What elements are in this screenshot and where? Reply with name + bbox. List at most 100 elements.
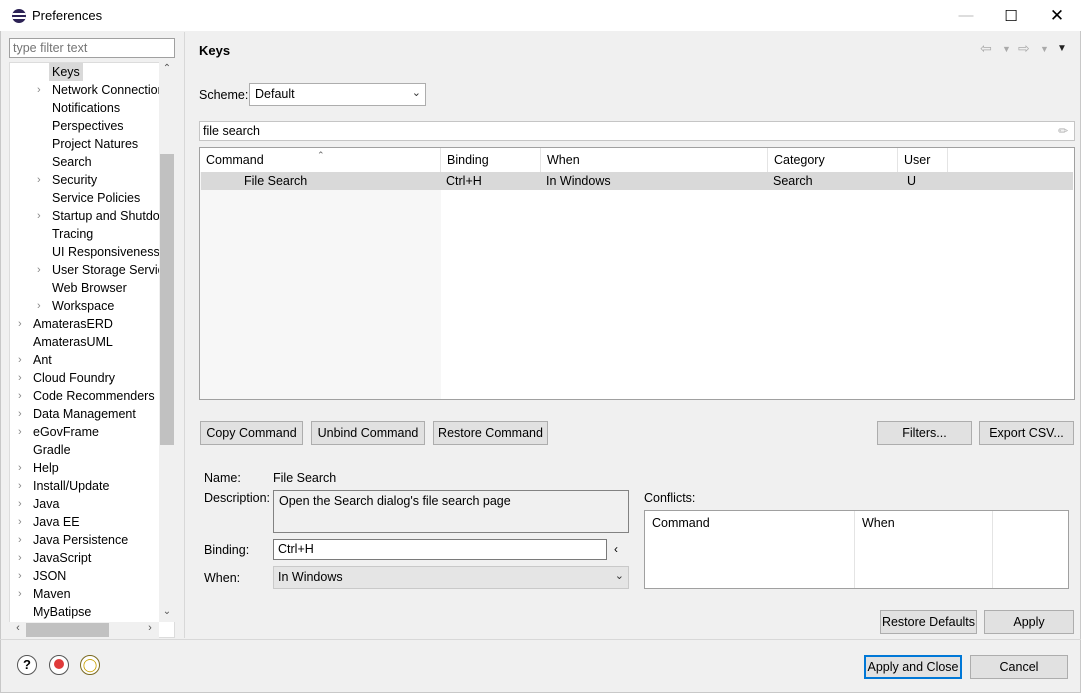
binding-menu-icon[interactable]: ‹ — [614, 542, 618, 556]
name-label: Name: — [204, 471, 241, 485]
conflicts-table[interactable]: Command When — [644, 510, 1069, 589]
tree-item[interactable]: Ant — [33, 351, 52, 369]
export-csv-button[interactable]: Export CSV... — [979, 421, 1074, 445]
scroll-left-icon[interactable]: ‹ — [11, 622, 25, 638]
tree-horizontal-scroll-thumb[interactable] — [26, 623, 109, 637]
search-input[interactable]: file search — [199, 121, 1075, 141]
forward-arrow-icon[interactable]: ⇨ — [1018, 40, 1030, 57]
tree-item[interactable]: Startup and Shutdown — [52, 207, 174, 225]
scroll-down-icon[interactable]: ⌄ — [160, 606, 174, 622]
close-button[interactable]: ✕ — [1034, 0, 1080, 31]
tree-item[interactable]: Keys — [49, 63, 83, 81]
expand-arrow-icon[interactable]: › — [37, 171, 47, 189]
column-header-category[interactable]: Category — [768, 148, 898, 172]
expand-arrow-icon[interactable]: › — [37, 297, 47, 315]
back-menu-icon[interactable]: ▼ — [1002, 44, 1011, 54]
cell-user: U — [907, 174, 917, 188]
tree-item[interactable]: AmaterasUML — [33, 333, 113, 351]
tree-item[interactable]: Java — [33, 495, 59, 513]
back-arrow-icon[interactable]: ⇦ — [980, 40, 992, 57]
filter-input[interactable] — [9, 38, 175, 58]
expand-arrow-icon[interactable]: › — [18, 423, 28, 441]
expand-arrow-icon[interactable]: › — [18, 477, 28, 495]
tip-icon[interactable]: ◯ — [80, 655, 100, 675]
tree-item[interactable]: Java EE — [33, 513, 80, 531]
tree-item[interactable]: Notifications — [52, 99, 120, 117]
binding-input[interactable]: Ctrl+H — [273, 539, 607, 560]
expand-arrow-icon[interactable]: › — [18, 405, 28, 423]
expand-arrow-icon[interactable]: › — [37, 261, 47, 279]
tree-item[interactable]: Maven — [33, 585, 71, 603]
column-header-when[interactable]: When — [541, 148, 768, 172]
tree-item[interactable]: Data Management — [33, 405, 136, 423]
tree-item[interactable]: Workspace — [52, 297, 114, 315]
cancel-button[interactable]: Cancel — [970, 655, 1068, 679]
tree-item[interactable]: MyBatipse — [33, 603, 91, 621]
tree-item[interactable]: Web Browser — [52, 279, 127, 297]
tree-item[interactable]: AmaterasERD — [33, 315, 113, 333]
tree-item[interactable]: Help — [33, 459, 59, 477]
tree-item[interactable]: eGovFrame — [33, 423, 99, 441]
chevron-down-icon: ⌄ — [411, 87, 421, 99]
tree-vertical-scroll-thumb[interactable] — [160, 154, 174, 445]
clear-search-icon[interactable]: ✏ — [1058, 124, 1068, 138]
expand-arrow-icon[interactable]: › — [18, 459, 28, 477]
panel-divider[interactable] — [184, 32, 185, 638]
minimize-button[interactable]: — — [943, 0, 989, 31]
help-icon[interactable]: ? — [17, 655, 37, 675]
bindings-table[interactable]: Command ⌃ Binding When Category User Fil… — [199, 147, 1075, 400]
tree-item[interactable]: UI Responsiveness Monitoring — [52, 243, 174, 261]
table-row[interactable]: File Search Ctrl+H In Windows Search U — [201, 172, 1073, 190]
tree-item[interactable]: JSON — [33, 567, 66, 585]
tree-item[interactable]: User Storage Service — [52, 261, 171, 279]
expand-arrow-icon[interactable]: › — [18, 567, 28, 585]
scheme-select[interactable]: Default ⌄ — [249, 83, 426, 106]
expand-arrow-icon[interactable]: › — [18, 495, 28, 513]
tree-item[interactable]: Perspectives — [52, 117, 124, 135]
when-value: In Windows — [278, 570, 343, 584]
tree-item[interactable]: Cloud Foundry — [33, 369, 115, 387]
expand-arrow-icon[interactable]: › — [18, 531, 28, 549]
expand-arrow-icon[interactable]: › — [37, 81, 47, 99]
expand-arrow-icon[interactable]: › — [18, 351, 28, 369]
description-label: Description: — [204, 491, 270, 505]
expand-arrow-icon[interactable]: › — [18, 387, 28, 405]
conflicts-header-when[interactable]: When — [855, 511, 993, 588]
tree-item[interactable]: Install/Update — [33, 477, 109, 495]
maximize-button[interactable]: ☐ — [988, 0, 1034, 31]
column-header-command[interactable]: Command ⌃ — [200, 148, 441, 172]
expand-arrow-icon[interactable]: › — [37, 207, 47, 225]
tree-item[interactable]: Java Persistence — [33, 531, 128, 549]
tree-item[interactable]: Gradle — [33, 441, 71, 459]
apply-and-close-button[interactable]: Apply and Close — [864, 655, 962, 679]
tree-item[interactable]: Network Connections — [52, 81, 171, 99]
forward-menu-icon[interactable]: ▼ — [1040, 44, 1049, 54]
apply-button[interactable]: Apply — [984, 610, 1074, 634]
filters-button[interactable]: Filters... — [877, 421, 972, 445]
tree-item[interactable]: Project Natures — [52, 135, 138, 153]
record-macro-icon[interactable] — [49, 655, 69, 675]
tree-item[interactable]: Search — [52, 153, 92, 171]
preference-tree[interactable]: Keys › Network Connections Notifications Per… — [9, 62, 175, 638]
restore-command-button[interactable]: Restore Command — [433, 421, 548, 445]
scroll-right-icon[interactable]: › — [143, 622, 157, 638]
tree-item[interactable]: JavaScript — [33, 549, 91, 567]
copy-command-button[interactable]: Copy Command — [200, 421, 303, 445]
tree-item[interactable]: Security — [52, 171, 97, 189]
column-header-user[interactable]: User — [898, 148, 948, 172]
unbind-command-button[interactable]: Unbind Command — [311, 421, 425, 445]
conflicts-header-command[interactable]: Command — [645, 511, 855, 588]
expand-arrow-icon[interactable]: › — [18, 315, 28, 333]
when-select[interactable]: In Windows ⌄ — [273, 566, 629, 589]
restore-defaults-button[interactable]: Restore Defaults — [880, 610, 977, 634]
tree-item[interactable]: Service Policies — [52, 189, 140, 207]
column-header-binding[interactable]: Binding — [441, 148, 541, 172]
tree-item[interactable]: Code Recommenders — [33, 387, 155, 405]
scroll-up-icon[interactable]: ⌃ — [160, 63, 174, 79]
expand-arrow-icon[interactable]: › — [18, 513, 28, 531]
expand-arrow-icon[interactable]: › — [18, 549, 28, 567]
view-menu-icon[interactable]: ▼ — [1057, 43, 1067, 54]
expand-arrow-icon[interactable]: › — [18, 369, 28, 387]
tree-item[interactable]: Tracing — [52, 225, 93, 243]
expand-arrow-icon[interactable]: › — [18, 585, 28, 603]
